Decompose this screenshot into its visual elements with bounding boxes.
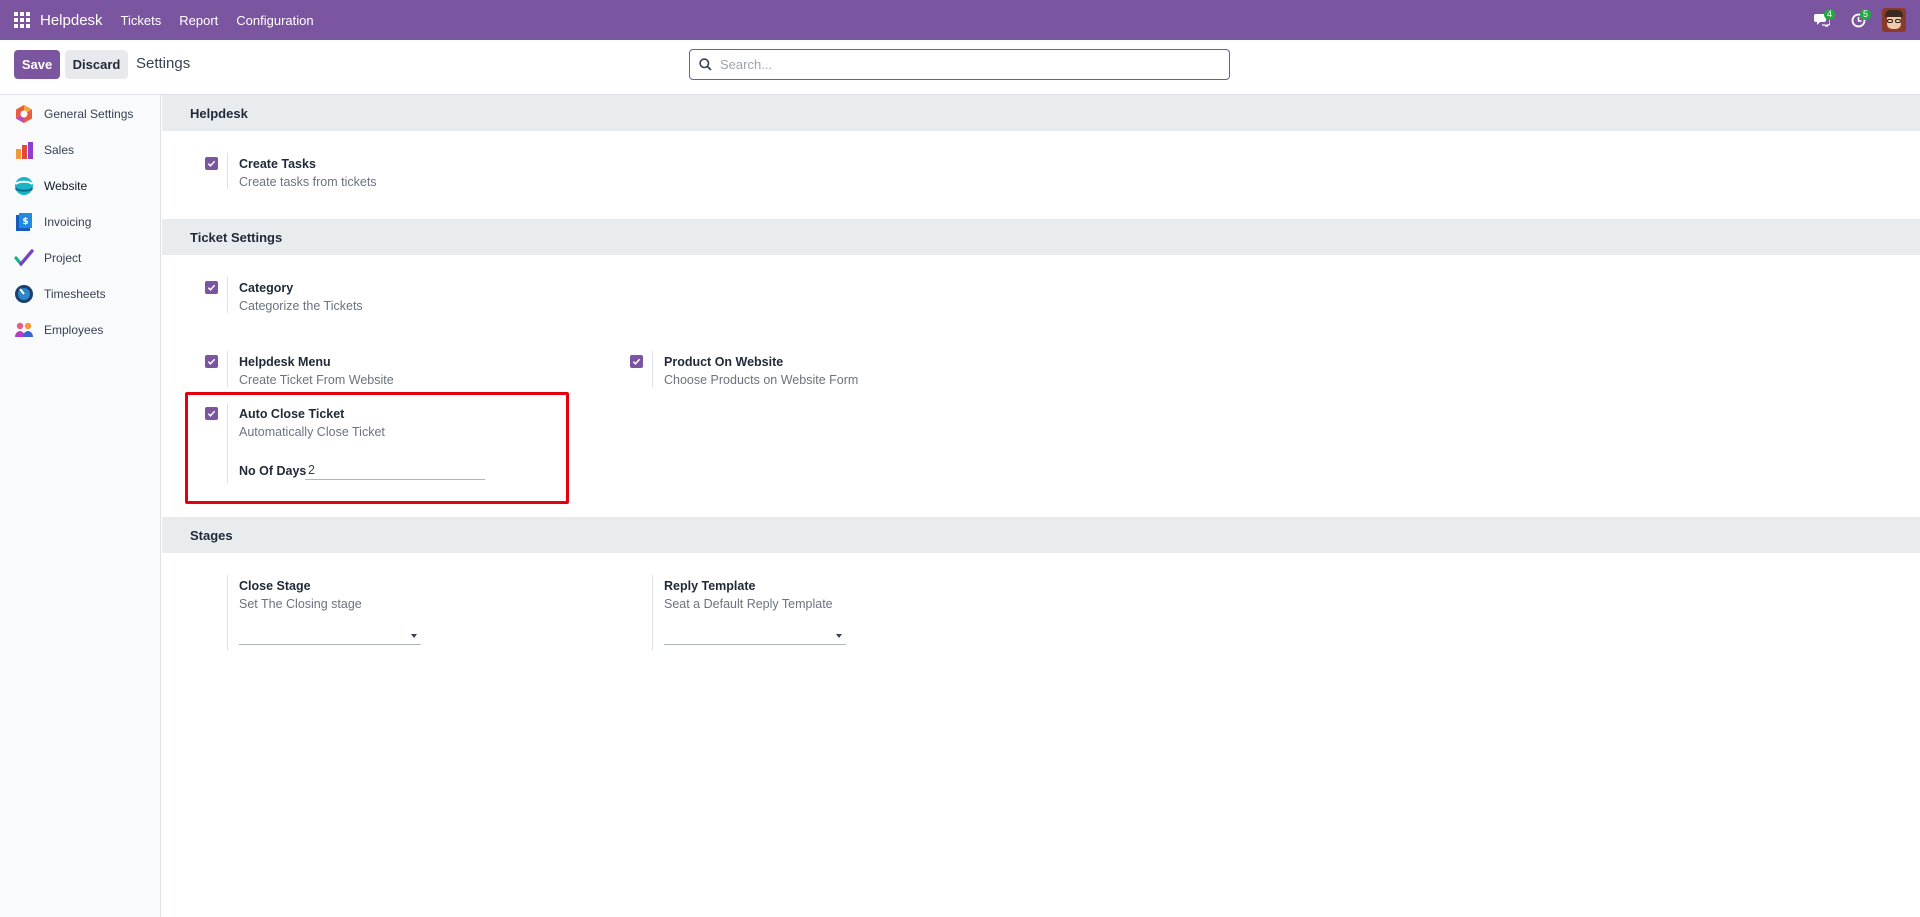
helpdesk-menu-checkbox[interactable] <box>205 355 218 368</box>
setting-description: Set The Closing stage <box>239 597 362 611</box>
setting-title: Category <box>239 281 294 295</box>
close-stage-select[interactable] <box>239 627 421 645</box>
setting-title: Reply Template <box>664 579 756 593</box>
section-title: Stages <box>190 527 233 543</box>
sidebar-item-label: General Settings <box>44 107 134 121</box>
sidebar-item-website[interactable]: Website <box>0 168 160 204</box>
employees-icon <box>15 322 33 337</box>
sidebar-item-label: Invoicing <box>44 215 92 229</box>
sidebar-item-project[interactable]: Project <box>0 240 160 276</box>
timesheets-icon <box>15 285 33 303</box>
section-title: Helpdesk <box>190 105 248 121</box>
settings-sidebar: General Settings Sales Website $ Invoici… <box>0 95 161 917</box>
sidebar-item-employees[interactable]: Employees <box>0 312 160 348</box>
setting-description: Create Ticket From Website <box>239 373 394 387</box>
check-icon <box>207 160 216 167</box>
sidebar-item-invoicing[interactable]: $ Invoicing <box>0 204 160 240</box>
create-tasks-checkbox[interactable] <box>205 157 218 170</box>
website-icon <box>14 177 34 195</box>
setting-title: Auto Close Ticket <box>239 407 345 421</box>
setting-description: Categorize the Tickets <box>239 299 363 313</box>
control-panel: Save Discard Settings <box>0 40 1920 95</box>
nav-configuration[interactable]: Configuration <box>236 13 313 28</box>
no-of-days-input[interactable] <box>305 460 485 480</box>
save-button[interactable]: Save <box>14 50 60 79</box>
check-icon <box>207 358 216 365</box>
user-avatar[interactable] <box>1882 8 1906 32</box>
activities-badge: 5 <box>1859 9 1871 20</box>
setting-description: Create tasks from tickets <box>239 175 377 189</box>
general-settings-icon <box>16 105 32 123</box>
setting-title: Close Stage <box>239 579 311 593</box>
top-navbar: Helpdesk Tickets Report Configuration 4 … <box>0 0 1920 40</box>
setting-title: Create Tasks <box>239 157 316 171</box>
reply-template-select[interactable] <box>664 627 846 645</box>
sidebar-item-label: Sales <box>44 143 75 157</box>
project-icon <box>14 249 34 267</box>
no-of-days-label: No Of Days <box>239 464 307 478</box>
sidebar-item-general-settings[interactable]: General Settings <box>0 96 160 132</box>
check-icon <box>207 284 216 291</box>
section-header-stages: Stages <box>162 517 1920 553</box>
setting-description: Automatically Close Ticket <box>239 425 385 439</box>
search-icon <box>699 58 712 71</box>
discard-button[interactable]: Discard <box>65 50 128 79</box>
search-input[interactable] <box>720 57 1200 72</box>
messages-badge: 4 <box>1823 9 1835 20</box>
activities-button[interactable]: 5 <box>1840 0 1876 40</box>
auto-close-ticket-checkbox[interactable] <box>205 407 218 420</box>
category-checkbox[interactable] <box>205 281 218 294</box>
svg-text:$: $ <box>22 217 28 227</box>
caret-down-icon <box>836 634 842 638</box>
setting-title: Helpdesk Menu <box>239 355 331 369</box>
nav-report[interactable]: Report <box>179 13 218 28</box>
caret-down-icon <box>411 634 417 638</box>
setting-description: Choose Products on Website Form <box>664 373 859 387</box>
brand-helpdesk[interactable]: Helpdesk <box>40 12 103 29</box>
section-title: Ticket Settings <box>190 229 283 245</box>
check-icon <box>632 358 641 365</box>
product-on-website-checkbox[interactable] <box>630 355 643 368</box>
settings-content: Helpdesk Create Tasks Create tasks from … <box>162 95 1920 917</box>
sidebar-item-label: Project <box>44 251 82 265</box>
messages-button[interactable]: 4 <box>1804 0 1840 40</box>
sidebar-item-timesheets[interactable]: Timesheets <box>0 276 160 312</box>
sidebar-item-label: Website <box>44 179 88 193</box>
section-header-ticket-settings: Ticket Settings <box>162 219 1920 255</box>
invoicing-icon: $ <box>16 213 32 231</box>
nav-tickets[interactable]: Tickets <box>121 13 162 28</box>
section-header-helpdesk: Helpdesk <box>162 95 1920 131</box>
app-menu-icon[interactable] <box>0 0 44 40</box>
setting-title: Product On Website <box>664 355 784 369</box>
sidebar-item-sales[interactable]: Sales <box>0 132 160 168</box>
page-title: Settings <box>136 55 191 72</box>
sidebar-item-label: Timesheets <box>44 287 106 301</box>
setting-description: Seat a Default Reply Template <box>664 597 833 611</box>
check-icon <box>207 410 216 417</box>
sales-icon <box>16 142 33 159</box>
sidebar-item-label: Employees <box>44 323 104 337</box>
search-bar[interactable] <box>689 49 1230 80</box>
